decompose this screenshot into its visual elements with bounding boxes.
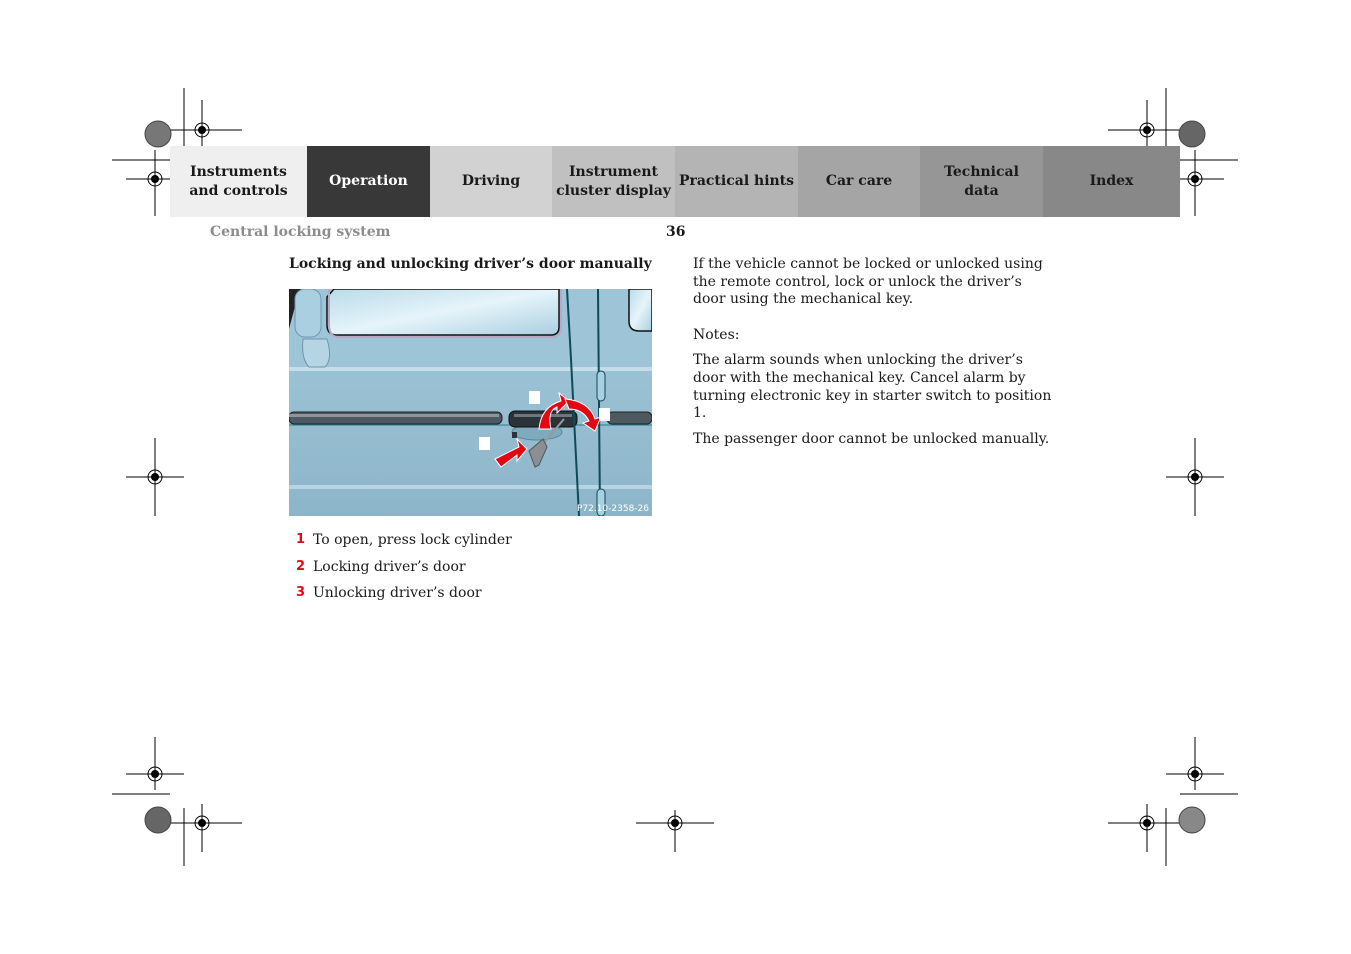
- tab-instruments-and-controls[interactable]: Instruments and controls: [170, 146, 307, 217]
- legend-text: Locking driver’s door: [313, 558, 466, 575]
- tab-instrument-cluster-display[interactable]: Instrument cluster display: [552, 146, 675, 217]
- legend-number: 2: [296, 558, 306, 574]
- figure-code: P72.10-2358-26: [576, 504, 649, 514]
- legend-item: 2 Locking driver’s door: [296, 559, 512, 586]
- tab-car-care[interactable]: Car care: [798, 146, 920, 217]
- page-number: 36: [666, 224, 686, 240]
- tab-operation[interactable]: Operation: [307, 146, 430, 217]
- legend-number: 3: [296, 585, 306, 600]
- legend-text: Unlocking driver’s door: [313, 585, 482, 601]
- note-passenger-door: The passenger door cannot be unlocked ma…: [693, 430, 1050, 447]
- legend-number: 1: [296, 532, 306, 547]
- body-text: If the vehicle cannot be locked or unloc…: [693, 256, 1053, 448]
- door-lock-illustration: P72.10-2358-26: [289, 289, 652, 516]
- section-title: Central locking system: [210, 224, 391, 240]
- tab-driving[interactable]: Driving: [430, 146, 552, 217]
- print-registration-marks: [112, 88, 1238, 866]
- tab-index[interactable]: Index: [1043, 146, 1180, 217]
- chapter-nav: Instruments and controls Operation Drivi…: [170, 146, 1180, 217]
- notes-label: Notes:: [693, 326, 740, 343]
- legend-item: 1 To open, press lock cylinder: [296, 532, 512, 559]
- legend-item: 3 Unlocking driver’s door: [296, 585, 512, 612]
- tab-practical-hints[interactable]: Practical hints: [675, 146, 798, 217]
- figure-legend: 1 To open, press lock cylinder 2 Locking…: [296, 532, 512, 612]
- legend-text: To open, press lock cylinder: [313, 532, 512, 548]
- intro-paragraph: If the vehicle cannot be locked or unloc…: [693, 256, 1043, 308]
- section-heading: Locking and unlocking driver’s door manu…: [289, 256, 652, 272]
- note-alarm: The alarm sounds when unlocking the driv…: [693, 352, 1052, 422]
- tab-technical-data[interactable]: Technical data: [920, 146, 1043, 217]
